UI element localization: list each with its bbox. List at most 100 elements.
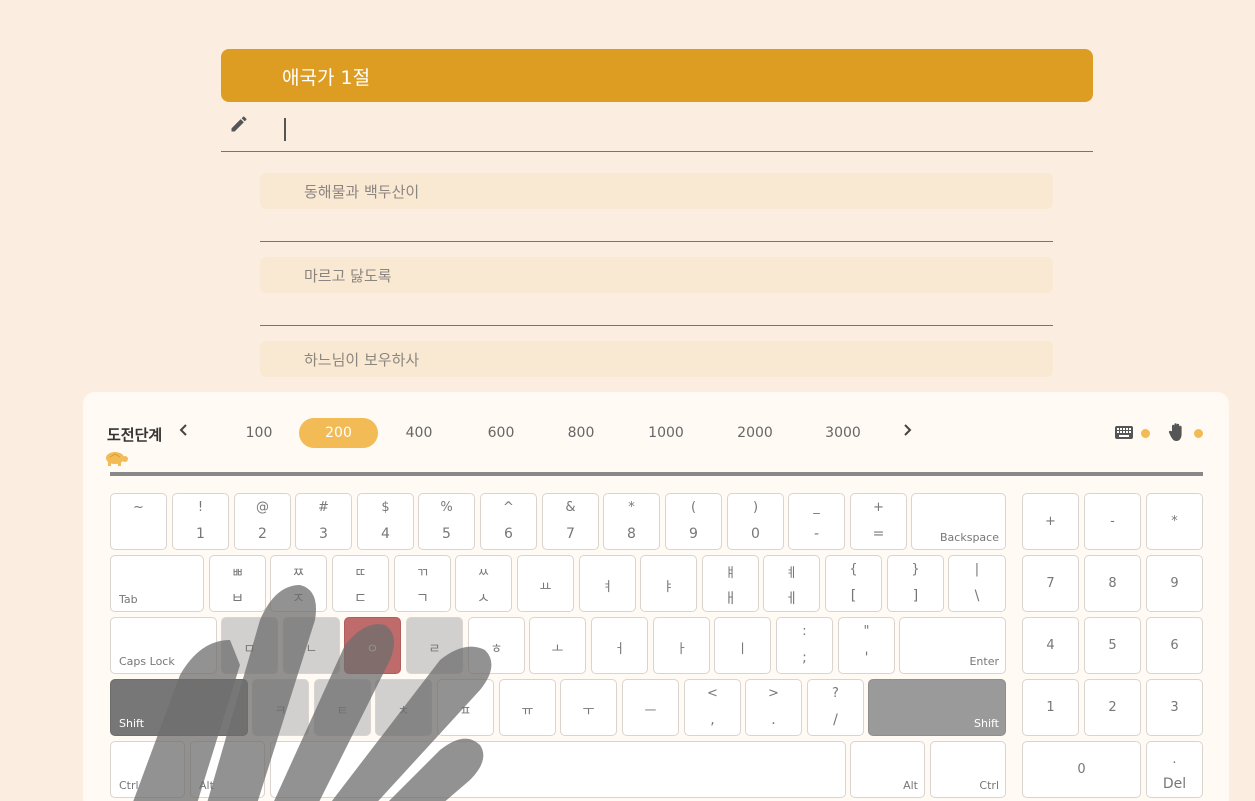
key-r[interactable]: ㄲ ㄱ: [394, 555, 451, 612]
key-left-bracket[interactable]: { [: [825, 555, 882, 612]
key-label: Ctrl: [119, 779, 139, 792]
key-x[interactable]: ㅌ: [314, 679, 371, 736]
key-i[interactable]: ㅑ: [640, 555, 697, 612]
chevron-left-icon[interactable]: [177, 423, 191, 437]
key-label: (: [690, 500, 697, 515]
key-1[interactable]: ! 1: [172, 493, 229, 550]
key-left-ctrl[interactable]: Ctrl: [110, 741, 185, 798]
key-7[interactable]: & 7: [542, 493, 599, 550]
key-label: Ctrl: [979, 779, 999, 792]
numpad-4[interactable]: 4: [1022, 617, 1079, 674]
key-left-alt[interactable]: Alt: [190, 741, 265, 798]
key-label: ㅉ: [292, 566, 305, 581]
key-s[interactable]: ㄴ: [283, 617, 340, 674]
key-p[interactable]: ㅖ ㅔ: [763, 555, 820, 612]
key-label: ]: [912, 588, 919, 604]
level-option-600[interactable]: 600: [477, 418, 525, 448]
key-slash[interactable]: ? /: [807, 679, 864, 736]
numpad-5[interactable]: 5: [1084, 617, 1141, 674]
key-b[interactable]: ㅠ: [499, 679, 556, 736]
level-option-100[interactable]: 100: [235, 418, 283, 448]
key-right-alt[interactable]: Alt: [850, 741, 925, 798]
level-option-800[interactable]: 800: [557, 418, 605, 448]
typing-input-row[interactable]: [221, 106, 1093, 152]
key-equals[interactable]: + =: [850, 493, 907, 550]
key-5[interactable]: % 5: [418, 493, 475, 550]
key-4[interactable]: $ 4: [357, 493, 414, 550]
key-m[interactable]: ㅡ: [622, 679, 679, 736]
key-j[interactable]: ㅓ: [591, 617, 648, 674]
key-l[interactable]: ㅣ: [714, 617, 771, 674]
key-backspace[interactable]: Backspace: [911, 493, 1006, 550]
key-0[interactable]: ) 0: [727, 493, 784, 550]
key-v[interactable]: ㅍ: [437, 679, 494, 736]
key-label: ?: [832, 686, 839, 701]
keyboard-icon[interactable]: [1114, 425, 1134, 440]
numpad-0[interactable]: 0: [1022, 741, 1141, 798]
numpad-plus[interactable]: +: [1022, 493, 1079, 550]
key-tab[interactable]: Tab: [110, 555, 204, 612]
chevron-right-icon[interactable]: [900, 423, 914, 437]
key-3[interactable]: # 3: [295, 493, 352, 550]
numpad-9[interactable]: 9: [1146, 555, 1203, 612]
key-t[interactable]: ㅆ ㅅ: [455, 555, 512, 612]
key-8[interactable]: * 8: [603, 493, 660, 550]
numpad-minus[interactable]: -: [1084, 493, 1141, 550]
key-right-shift[interactable]: Shift: [868, 679, 1006, 736]
key-label: ": [863, 624, 870, 639]
numpad-8[interactable]: 8: [1084, 555, 1141, 612]
numpad-del[interactable]: . Del: [1146, 741, 1203, 798]
key-space[interactable]: [270, 741, 846, 798]
key-label: ㄸ: [354, 566, 367, 581]
level-option-400[interactable]: 400: [395, 418, 443, 448]
numpad-2[interactable]: 2: [1084, 679, 1141, 736]
key-caps-lock[interactable]: Caps Lock: [110, 617, 217, 674]
level-option-200[interactable]: 200: [299, 418, 378, 448]
key-enter[interactable]: Enter: [899, 617, 1006, 674]
numpad-multiply[interactable]: *: [1146, 493, 1203, 550]
key-g[interactable]: ㅎ: [468, 617, 525, 674]
numpad-7[interactable]: 7: [1022, 555, 1079, 612]
key-left-shift[interactable]: Shift: [110, 679, 248, 736]
key-quote[interactable]: " ': [838, 617, 895, 674]
numpad-3[interactable]: 3: [1146, 679, 1203, 736]
key-label: |: [974, 562, 980, 577]
key-n[interactable]: ㅜ: [560, 679, 617, 736]
key-backslash[interactable]: | \: [948, 555, 1006, 612]
key-9[interactable]: ( 9: [665, 493, 722, 550]
key-f[interactable]: ㄹ: [406, 617, 463, 674]
key-k[interactable]: ㅏ: [653, 617, 710, 674]
key-label: -: [813, 526, 820, 542]
key-period[interactable]: > .: [745, 679, 802, 736]
key-label: Shift: [119, 717, 145, 730]
key-d-highlighted[interactable]: ㅇ: [344, 617, 401, 674]
key-2[interactable]: @ 2: [234, 493, 291, 550]
key-right-bracket[interactable]: } ]: [887, 555, 944, 612]
key-h[interactable]: ㅗ: [529, 617, 586, 674]
key-semicolon[interactable]: : ;: [776, 617, 833, 674]
numpad-1[interactable]: 1: [1022, 679, 1079, 736]
key-6[interactable]: ^ 6: [480, 493, 537, 550]
key-minus[interactable]: _ -: [788, 493, 845, 550]
numpad-6[interactable]: 6: [1146, 617, 1203, 674]
level-option-2000[interactable]: 2000: [730, 418, 780, 448]
key-label: 1: [1046, 700, 1055, 715]
lyric-line-text: 마르고 닳도록: [304, 267, 392, 285]
key-comma[interactable]: < ,: [684, 679, 741, 736]
key-z[interactable]: ㅋ: [252, 679, 309, 736]
key-q[interactable]: ㅃ ㅂ: [209, 555, 266, 612]
key-y[interactable]: ㅛ: [517, 555, 574, 612]
key-right-ctrl[interactable]: Ctrl: [930, 741, 1006, 798]
key-o[interactable]: ㅒ ㅐ: [702, 555, 759, 612]
level-option-3000[interactable]: 3000: [818, 418, 868, 448]
key-e[interactable]: ㄸ ㄷ: [332, 555, 389, 612]
key-a[interactable]: ㅁ: [221, 617, 278, 674]
key-c[interactable]: ㅊ: [375, 679, 432, 736]
line-divider: [260, 241, 1053, 242]
key-u[interactable]: ㅕ: [579, 555, 636, 612]
hand-icon[interactable]: [1168, 422, 1186, 442]
key-w[interactable]: ㅉ ㅈ: [270, 555, 327, 612]
level-option-1000[interactable]: 1000: [641, 418, 691, 448]
key-label: ㅓ: [613, 642, 626, 657]
key-tilde[interactable]: ~: [110, 493, 167, 550]
